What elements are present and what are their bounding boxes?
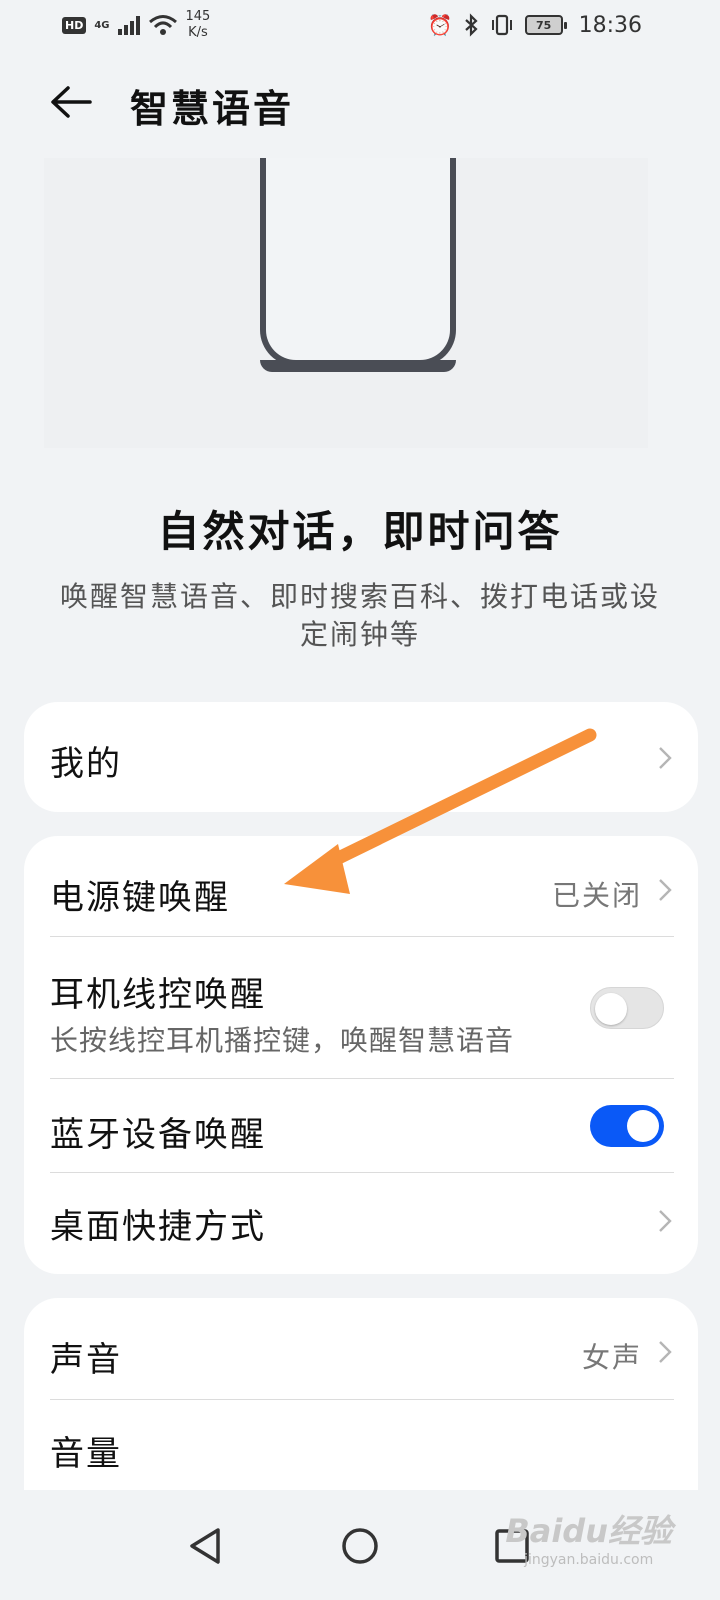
hero-illustration [44, 158, 648, 448]
vibrate-icon [491, 14, 512, 36]
volume-title: 音量 [50, 1434, 122, 1474]
alarm-icon: ⏰ [427, 13, 453, 37]
power-key-wakeup-row[interactable]: 电源键唤醒 已关闭 [24, 836, 698, 936]
status-right: ⏰ 75 18:36 [428, 8, 642, 42]
my-card: 我的 [24, 702, 698, 812]
home-circle-icon[interactable] [330, 1516, 390, 1576]
chevron-right-icon [659, 1210, 672, 1232]
wakeup-card: 电源键唤醒 已关闭 耳机线控唤醒 长按线控耳机播控键，唤醒智慧语音 蓝牙设备唤醒… [24, 836, 698, 1274]
wifi-icon [148, 15, 177, 35]
status-bar: HD 4G 145 K/s ⏰ 75 18:36 [0, 0, 720, 50]
sound-value: 女声 [581, 1341, 642, 1374]
speed-value: 145 [185, 9, 211, 24]
shortcut-title: 桌面快捷方式 [50, 1207, 266, 1247]
baidu-watermark: Baidu经验 jingyan.baidu.com [505, 1506, 672, 1568]
sound-title: 声音 [50, 1340, 122, 1380]
sound-row[interactable]: 声音 女声 [24, 1298, 698, 1399]
headset-wakeup-toggle[interactable] [590, 987, 664, 1029]
status-left: HD 4G 145 K/s [62, 8, 210, 42]
signal-icon [117, 15, 140, 35]
my-title: 我的 [50, 744, 122, 784]
volume-row[interactable]: 音量 [24, 1400, 698, 1500]
screen: HD 4G 145 K/s ⏰ 75 18:36 智慧语音 自然对话，即时问答 … [0, 0, 720, 1600]
bluetooth-icon [464, 13, 478, 37]
battery-level: 75 [535, 18, 552, 32]
watermark-logo: Baidu经验 [505, 1512, 672, 1550]
voice-card: 声音 女声 音量 [24, 1298, 698, 1518]
page-title: 智慧语音 [130, 86, 295, 131]
watermark-url: jingyan.baidu.com [524, 1552, 654, 1568]
bluetooth-wakeup-toggle[interactable] [590, 1105, 664, 1147]
feature-description: 唤醒智慧语音、即时搜索百科、拨打电话或设定闹钟等 [59, 580, 660, 651]
status-time: 18:36 [578, 12, 642, 38]
desktop-shortcut-row[interactable]: 桌面快捷方式 [24, 1173, 698, 1274]
chevron-right-icon [659, 879, 672, 901]
headset-description: 长按线控耳机播控键，唤醒智慧语音 [50, 1024, 515, 1057]
network-speed: 145 K/s [186, 9, 211, 41]
chevron-right-icon [659, 747, 672, 769]
app-bar: 智慧语音 [0, 70, 720, 134]
battery-icon: 75 [524, 15, 567, 35]
navigation-bar: Baidu经验 jingyan.baidu.com [0, 1490, 720, 1600]
back-arrow-icon[interactable] [48, 84, 94, 120]
speed-unit: K/s [188, 25, 208, 40]
chevron-right-icon [659, 1341, 672, 1363]
phone-illustration [260, 158, 456, 372]
feature-headline: 自然对话，即时问答 [157, 507, 563, 556]
bluetooth-title: 蓝牙设备唤醒 [50, 1115, 266, 1155]
toggle-knob [595, 993, 627, 1025]
hd-icon: HD [62, 16, 87, 34]
power-key-status: 已关闭 [551, 879, 642, 912]
power-key-title: 电源键唤醒 [50, 878, 230, 918]
bluetooth-wakeup-row: 蓝牙设备唤醒 [24, 1079, 698, 1172]
toggle-knob [627, 1110, 659, 1142]
headset-title: 耳机线控唤醒 [50, 975, 266, 1015]
headset-wakeup-row: 耳机线控唤醒 长按线控耳机播控键，唤醒智慧语音 [24, 937, 698, 1077]
back-triangle-icon[interactable] [176, 1516, 236, 1576]
my-row[interactable]: 我的 [24, 702, 698, 812]
network-type-label: 4G [94, 19, 110, 31]
